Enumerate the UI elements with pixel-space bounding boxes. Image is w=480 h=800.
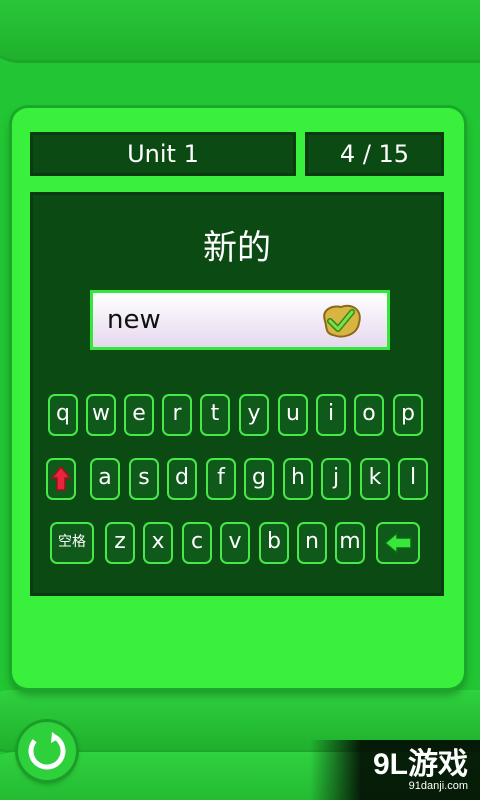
- key-u[interactable]: u: [278, 394, 308, 436]
- key-a[interactable]: a: [90, 458, 120, 500]
- key-q[interactable]: q: [48, 394, 78, 436]
- key-d[interactable]: d: [167, 458, 197, 500]
- key-v[interactable]: v: [220, 522, 250, 564]
- key-w[interactable]: w: [86, 394, 116, 436]
- shift-arrow-icon: [50, 465, 72, 491]
- key-k[interactable]: k: [360, 458, 390, 500]
- key-s[interactable]: s: [129, 458, 159, 500]
- answer-field[interactable]: new: [90, 290, 390, 350]
- backspace-arrow-icon: [383, 531, 412, 555]
- wood-plank: [0, 0, 480, 60]
- key-h[interactable]: h: [283, 458, 313, 500]
- watermark: 9L游戏 91danji.com: [372, 748, 468, 793]
- key-p[interactable]: p: [393, 394, 423, 436]
- key-b[interactable]: b: [259, 522, 289, 564]
- answer-text: new: [107, 305, 161, 335]
- key-i[interactable]: i: [316, 394, 346, 436]
- watermark-site: 91danji.com: [408, 780, 468, 792]
- prompt-word: 新的: [203, 228, 271, 268]
- key-z[interactable]: z: [105, 522, 135, 564]
- unit-label: Unit 1: [30, 132, 296, 176]
- key-l[interactable]: l: [398, 458, 428, 500]
- key-r[interactable]: r: [162, 394, 192, 436]
- shift-key[interactable]: [46, 458, 76, 500]
- progress-label: 4 / 15: [305, 132, 444, 176]
- key-t[interactable]: t: [200, 394, 230, 436]
- check-icon: [323, 304, 361, 338]
- key-c[interactable]: c: [182, 522, 212, 564]
- space-key[interactable]: 空格: [50, 522, 94, 564]
- key-x[interactable]: x: [143, 522, 173, 564]
- restart-button[interactable]: [18, 722, 76, 780]
- backspace-key[interactable]: [376, 522, 420, 564]
- key-n[interactable]: n: [297, 522, 327, 564]
- key-f[interactable]: f: [206, 458, 236, 500]
- watermark-brand: 9L游戏: [372, 748, 468, 781]
- refresh-icon: [28, 732, 66, 770]
- key-j[interactable]: j: [321, 458, 351, 500]
- key-m[interactable]: m: [335, 522, 365, 564]
- key-g[interactable]: g: [244, 458, 274, 500]
- key-o[interactable]: o: [354, 394, 384, 436]
- key-e[interactable]: e: [124, 394, 154, 436]
- key-y[interactable]: y: [239, 394, 269, 436]
